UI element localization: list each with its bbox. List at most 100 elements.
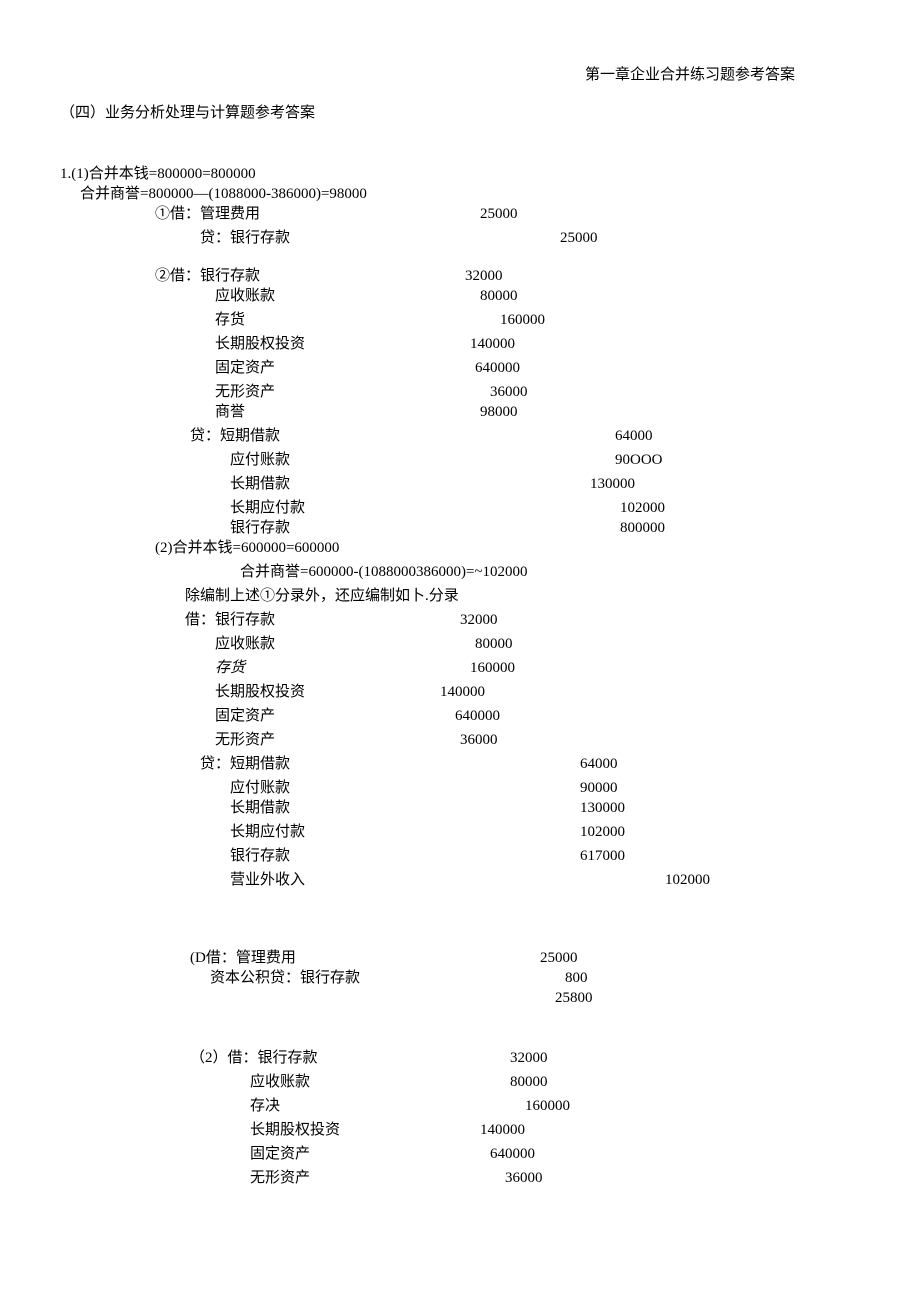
credit-amount: 64000 [580, 754, 618, 774]
account-label: 长期借款 [60, 800, 290, 816]
account-label: 存货 [60, 312, 245, 328]
entry-line: 固定资产 640000 [60, 358, 850, 378]
account-label: 银行存款 [60, 520, 290, 536]
entry-line: 应付账款 90OOO [60, 450, 850, 470]
credit-amount: 25800 [555, 988, 593, 1008]
debit-amount: 32000 [465, 266, 503, 286]
entry-line: 应付账款 90000 [60, 778, 850, 798]
account-label: 长期股权投资 [60, 684, 305, 700]
debit-amount: 32000 [510, 1048, 548, 1068]
text-line: 除编制上述①分录外，还应编制如卜.分录 [60, 586, 850, 606]
credit-amount: 800000 [620, 518, 665, 538]
account-label: 贷：银行存款 [60, 230, 290, 246]
credit-amount: 102000 [665, 870, 710, 890]
account-label: 贷：短期借款 [60, 756, 290, 772]
account-label: 资本公积贷：银行存款 [60, 970, 360, 986]
debit-amount: 80000 [480, 286, 518, 306]
debit-amount: 640000 [475, 358, 520, 378]
debit-amount: 140000 [440, 682, 485, 702]
entry-line: 应收账款 80000 [60, 1072, 850, 1092]
debit-amount: 80000 [475, 634, 513, 654]
account-label: 长期应付款 [60, 824, 305, 840]
account-label: 商誉 [60, 404, 245, 420]
debit-amount: 640000 [490, 1144, 535, 1164]
page-header: 第一章企业合并练习题参考答案 [60, 65, 850, 85]
account-label: 固定资产 [60, 360, 275, 376]
entry-line: 25800 [60, 988, 850, 1008]
credit-amount: 102000 [620, 498, 665, 518]
entry-line: 营业外收入 102000 [60, 870, 850, 890]
account-label: 无形资产 [60, 732, 275, 748]
account-label: 贷：短期借款 [60, 428, 280, 444]
entry-line: 应收账款 80000 [60, 286, 850, 306]
debit-amount: 36000 [505, 1168, 543, 1188]
debit-amount: 36000 [460, 730, 498, 750]
entry-line: ②借：银行存款 32000 [60, 266, 850, 286]
account-label: 借：银行存款 [60, 612, 275, 628]
account-label: （2）借：银行存款 [60, 1050, 318, 1066]
account-label: ①借：管理费用 [60, 206, 260, 222]
account-label: 长期应付款 [60, 500, 305, 516]
account-label: 应收账款 [60, 1074, 310, 1090]
account-label: 固定资产 [60, 1146, 310, 1162]
account-label: 存决 [60, 1098, 280, 1114]
credit-amount: 617000 [580, 846, 625, 866]
account-label: (D借：管理费用 [60, 950, 296, 966]
entry-line: （2）借：银行存款 32000 [60, 1048, 850, 1068]
text: 1.(1)合并本钱=800000=800000 [60, 166, 256, 182]
debit-amount: 32000 [460, 610, 498, 630]
account-label: 应收账款 [60, 636, 275, 652]
credit-amount: 130000 [590, 474, 635, 494]
debit-amount: 36000 [490, 382, 528, 402]
entry-line: 长期股权投资 140000 [60, 1120, 850, 1140]
text-line: 合并商誉=800000—(1088000-386000)=98000 [60, 184, 850, 204]
debit-amount: 140000 [480, 1120, 525, 1140]
credit-amount: 64000 [615, 426, 653, 446]
entry-line: 贷：短期借款 64000 [60, 426, 850, 446]
text-line: 1.(1)合并本钱=800000=800000 [60, 164, 850, 184]
entry-line: 应收账款 80000 [60, 634, 850, 654]
debit-amount: 160000 [525, 1096, 570, 1116]
entry-line: 长期应付款 102000 [60, 822, 850, 842]
account-label: 应收账款 [60, 288, 275, 304]
entry-line: 贷：银行存款 25000 [60, 228, 850, 248]
entry-line: 无形资产 36000 [60, 730, 850, 750]
debit-amount: 160000 [500, 310, 545, 330]
entry-line: 长期借款 130000 [60, 474, 850, 494]
text: (2)合并本钱=600000=600000 [60, 540, 339, 556]
entry-line: 长期应付款 102000 [60, 498, 850, 518]
entry-line: 存决 160000 [60, 1096, 850, 1116]
account-label: 无形资产 [60, 384, 275, 400]
entry-line: 长期股权投资 140000 [60, 334, 850, 354]
entry-line: 长期股权投资 140000 [60, 682, 850, 702]
debit-amount: 800 [565, 968, 588, 988]
entry-line: 存货 160000 [60, 658, 850, 678]
debit-amount: 98000 [480, 402, 518, 422]
entry-line: 贷：短期借款 64000 [60, 754, 850, 774]
credit-amount: 25000 [560, 228, 598, 248]
account-label: 银行存款 [60, 848, 290, 864]
text-line: 合并商誉=600000-(1088000386000)=~102000 [60, 562, 850, 582]
credit-amount: 90000 [580, 778, 618, 798]
account-label: 存货 [60, 660, 245, 676]
account-label: 固定资产 [60, 708, 275, 724]
debit-amount: 25000 [540, 948, 578, 968]
text: 除编制上述①分录外，还应编制如卜.分录 [60, 588, 459, 604]
text: 合并商誉=600000-(1088000386000)=~102000 [60, 564, 528, 580]
entry-line: 商誉 98000 [60, 402, 850, 422]
entry-line: 无形资产 36000 [60, 1168, 850, 1188]
account-label: 应付账款 [60, 452, 290, 468]
account-label: 应付账款 [60, 780, 290, 796]
section-title: （四）业务分析处理与计算题参考答案 [60, 103, 850, 123]
account-label: 营业外收入 [60, 872, 305, 888]
entry-line: 存货 160000 [60, 310, 850, 330]
entry-line: 固定资产 640000 [60, 706, 850, 726]
account-label: 长期借款 [60, 476, 290, 492]
account-label: 长期股权投资 [60, 336, 305, 352]
entry-line: 借：银行存款 32000 [60, 610, 850, 630]
debit-amount: 80000 [510, 1072, 548, 1092]
entry-line: 固定资产 640000 [60, 1144, 850, 1164]
entry-line: (D借：管理费用 25000 [60, 948, 850, 968]
debit-amount: 140000 [470, 334, 515, 354]
entry-line: ①借：管理费用 25000 [60, 204, 850, 224]
